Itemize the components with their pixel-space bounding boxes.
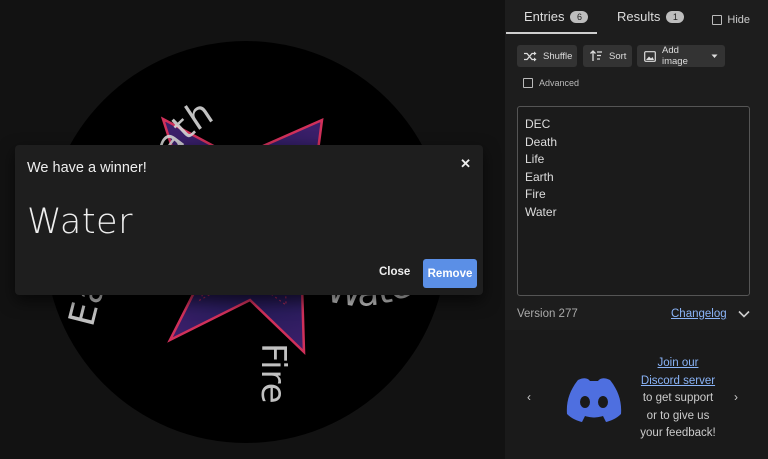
entry-line: Life (525, 152, 545, 166)
tab-entries[interactable]: Entries 6 (524, 9, 589, 24)
advanced-label: Advanced (539, 78, 580, 88)
support-line4: or to give us (646, 409, 710, 422)
tab-results[interactable]: Results 1 (617, 9, 685, 24)
discord-support-text: Join our Discord server to get support o… (633, 355, 723, 443)
caret-down-icon (711, 54, 718, 58)
remove-button[interactable]: Remove (423, 259, 477, 288)
entry-line: Death (525, 134, 558, 149)
discord-logo-icon (566, 378, 622, 422)
support-line3: to get support (642, 392, 714, 404)
entry-line: DEC (525, 117, 551, 131)
advanced-checkbox[interactable] (523, 78, 533, 88)
winner-name: Water (27, 202, 133, 242)
entry-line: Fire (525, 187, 546, 201)
close-button[interactable]: Close (379, 266, 410, 278)
hide-label: Hide (727, 14, 750, 26)
dialog-title: We have a winner! (27, 160, 147, 176)
entries-textarea[interactable]: DEC Death Life Earth Fire Water (517, 106, 750, 296)
discord-link-line2[interactable]: Discord server (633, 373, 723, 391)
chevron-down-icon[interactable] (738, 310, 750, 318)
shuffle-button[interactable]: Shuffle (517, 45, 577, 67)
entry-line: Water (525, 204, 557, 219)
banner-prev-button[interactable]: ‹ (527, 390, 531, 404)
entry-line: Earth (525, 169, 554, 184)
winner-dialog: We have a winner! ✕ Water Close Remove (15, 145, 483, 295)
shuffle-icon (524, 51, 537, 61)
support-line5: your feedback! (640, 427, 716, 439)
close-icon[interactable]: ✕ (460, 156, 471, 172)
tab-entries-label: Entries (524, 9, 565, 24)
banner-next-button[interactable]: › (734, 390, 738, 404)
active-tab-indicator (506, 32, 597, 34)
image-icon (644, 50, 656, 62)
sort-label: Sort (609, 50, 627, 62)
tab-entries-count: 6 (570, 10, 589, 23)
tab-results-label: Results (617, 9, 661, 24)
sort-icon (590, 50, 602, 61)
advanced-toggle[interactable]: Advanced (523, 78, 579, 88)
hide-checkbox[interactable] (712, 15, 723, 25)
sort-button[interactable]: Sort (583, 45, 632, 67)
hide-toggle[interactable]: Hide (712, 14, 750, 26)
tab-bar: Entries 6 Results 1 Hide (505, 0, 768, 36)
discord-banner: ‹ Join our Discord server to get support… (505, 330, 768, 459)
add-image-label: Add image (662, 45, 688, 67)
changelog-link[interactable]: Changelog (671, 308, 727, 320)
wheel-label-fire: Fire (253, 343, 293, 404)
side-panel: Entries 6 Results 1 Hide Shuffle Sort Ad… (505, 0, 768, 459)
discord-link-line1[interactable]: Join our (633, 355, 723, 373)
tab-results-count: 1 (666, 10, 685, 23)
shuffle-label: Shuffle (543, 50, 573, 62)
version-label: Version 277 (517, 308, 578, 320)
add-image-button[interactable]: Add image (637, 45, 725, 67)
